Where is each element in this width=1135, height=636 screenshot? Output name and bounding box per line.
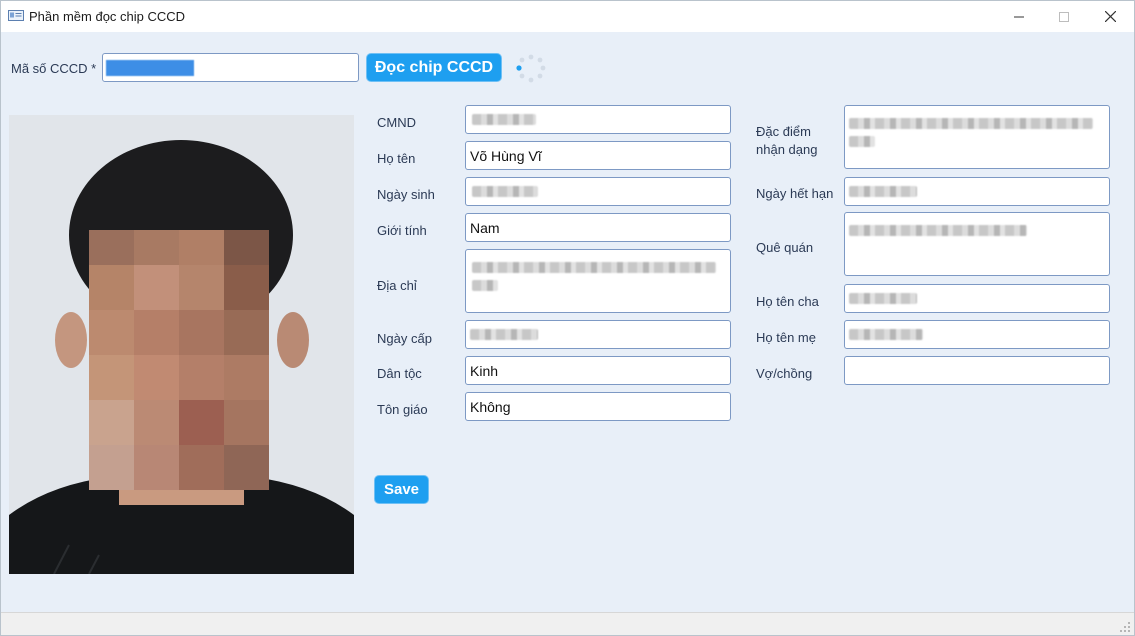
ethnicity-value: Kinh [470,363,499,379]
father-name-field[interactable] [844,284,1110,313]
minimize-button[interactable] [996,1,1042,32]
portrait-image [9,115,354,574]
redacted-text [849,118,1093,129]
id-card-icon [8,10,24,21]
redacted-text [472,280,498,291]
cmnd-field[interactable] [465,105,731,134]
redacted-text [849,186,917,197]
ethnicity-field[interactable]: Kinh [465,356,731,385]
identifying-marks-field[interactable] [844,105,1110,169]
gender-label: Giới tính [377,223,427,238]
cccd-label: Mã số CCCD * [11,61,97,76]
identifying-marks-label: Đặc điểm nhận dạng [756,124,818,157]
redacted-text [849,329,923,340]
gender-field[interactable]: Nam [465,213,731,242]
hometown-field[interactable] [844,212,1110,276]
hometown-label: Quê quán [756,240,814,255]
title-bar: Phần mềm đọc chip CCCD [1,1,1134,32]
religion-field[interactable]: Không [465,392,731,421]
full-name-label: Họ tên [377,151,416,166]
spinner-icon [516,54,546,83]
address-field[interactable] [465,249,731,313]
ethnicity-label: Dân tộc [377,366,422,381]
spouse-label: Vợ/chồng [756,366,813,381]
mother-name-label: Họ tên mẹ [756,330,816,345]
expiry-date-label: Ngày hết hạn [756,186,834,201]
address-label: Địa chỉ [377,278,417,293]
redacted-text [849,136,875,147]
window-title: Phần mềm đọc chip CCCD [29,9,186,24]
redacted-text [472,262,716,273]
cccd-selection [106,60,194,76]
gender-value: Nam [470,220,500,236]
maximize-button[interactable] [1041,1,1087,32]
redacted-text [472,114,536,125]
full-name-field[interactable]: Võ Hùng Vĩ [465,141,731,170]
close-icon [1104,11,1116,22]
issue-date-label: Ngày cấp [377,331,432,346]
father-name-label: Họ tên cha [756,294,819,309]
redacted-text [472,186,538,197]
redacted-text [470,329,538,340]
cccd-input[interactable] [102,53,359,82]
status-bar [1,612,1134,635]
redacted-text [849,225,1027,236]
maximize-icon [1059,11,1069,22]
birth-date-field[interactable] [465,177,731,206]
minimize-icon [1014,16,1024,17]
expiry-date-field[interactable] [844,177,1110,206]
resize-grip-icon[interactable] [1119,621,1131,633]
spouse-field[interactable] [844,356,1110,385]
save-button[interactable]: Save [374,475,429,504]
religion-label: Tôn giáo [377,402,428,417]
portrait-photo [9,115,354,574]
religion-value: Không [470,399,511,415]
issue-date-field[interactable] [465,320,731,349]
birth-date-label: Ngày sinh [377,187,435,202]
read-chip-button[interactable]: Đọc chip CCCD [366,53,502,82]
close-button[interactable] [1087,1,1133,32]
mother-name-field[interactable] [844,320,1110,349]
pixelated-face [89,230,269,490]
cmnd-label: CMND [377,115,416,130]
full-name-value: Võ Hùng Vĩ [470,148,542,164]
redacted-text [849,293,917,304]
main-window: Phần mềm đọc chip CCCD Mã số CCCD * Đọc … [0,0,1135,636]
